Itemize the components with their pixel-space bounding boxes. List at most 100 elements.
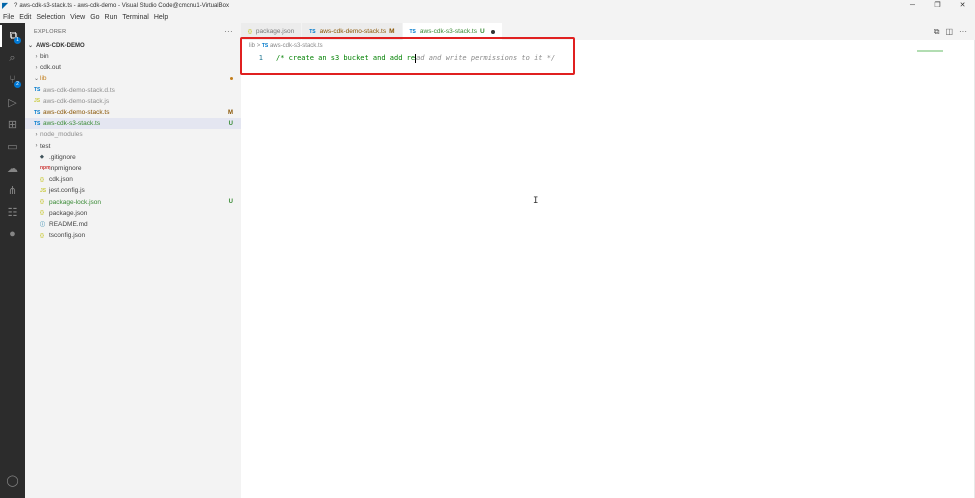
account-icon[interactable]: ◯ — [0, 469, 25, 491]
menu-help[interactable]: Help — [154, 14, 168, 21]
file-tree-item[interactable]: JS aws-cdk-demo-stack.js — [25, 96, 241, 107]
minimap[interactable] — [917, 50, 943, 52]
file-tree-item[interactable]: ⓘ README.md — [25, 219, 241, 230]
workspace-root[interactable]: ⌄ AWS-CDK-DEMO — [25, 40, 241, 51]
file-type-icon: {} — [40, 199, 44, 206]
file-tree-item[interactable]: TS aws-cdk-demo-stack.ts M — [25, 107, 241, 118]
menu-file[interactable]: File — [3, 14, 14, 21]
file-tree-label: bin — [40, 53, 49, 61]
file-type-icon: JS — [34, 98, 41, 105]
file-tree-item[interactable]: ◆ .gitignore — [25, 152, 241, 163]
file-tree-item[interactable]: {} package.json — [25, 208, 241, 219]
file-type-icon: {} — [248, 28, 252, 35]
file-tree-item[interactable]: JS jest.config.js — [25, 185, 241, 196]
remote-explorer-icon[interactable]: ▭ — [0, 135, 25, 157]
file-type-icon: {} — [40, 232, 44, 239]
menu-bar: File Edit Selection View Go Run Terminal… — [0, 11, 975, 23]
file-tree-item[interactable]: › cdk.out — [25, 62, 241, 73]
file-tree-label: aws-cdk-demo-stack.js — [43, 97, 110, 105]
database-icon[interactable]: ☷ — [0, 201, 25, 223]
notification-badge: 2 — [14, 81, 21, 88]
git-status-badge: U — [228, 120, 233, 127]
tab-label: aws-cdk-s3-stack.ts — [419, 28, 477, 35]
chevron-right-icon: › — [35, 64, 38, 71]
extensions-icon-glyph: ⊞ — [7, 118, 18, 131]
menu-terminal[interactable]: Terminal — [122, 14, 148, 21]
more-actions-icon[interactable]: ··· — [224, 27, 233, 36]
file-tree-item[interactable]: {} package-lock.json U — [25, 196, 241, 207]
file-tree-item[interactable]: › test — [25, 141, 241, 152]
search-icon[interactable]: ⌕ — [0, 47, 25, 69]
file-tree-label: aws-cdk-demo-stack.d.ts — [43, 86, 115, 94]
chevron-right-icon: › — [35, 143, 38, 150]
docker-icon-glyph: ☁ — [7, 162, 18, 175]
menu-run[interactable]: Run — [105, 14, 118, 21]
file-tree-label: .npmignore — [49, 164, 82, 172]
annotation-highlight-box — [240, 37, 575, 75]
workspace-root-label: AWS-CDK-DEMO — [36, 42, 85, 49]
window-controls: ─ ❐ ✕ — [900, 0, 975, 11]
file-type-icon: TS — [34, 87, 41, 94]
notification-badge: 1 — [14, 37, 21, 44]
file-tree-item[interactable]: › node_modules — [25, 129, 241, 140]
open-changes-icon[interactable]: ⧉ — [934, 27, 940, 37]
more-actions-icon[interactable]: ··· — [959, 27, 967, 36]
file-tree-item[interactable]: {} cdk.json — [25, 174, 241, 185]
menu-edit[interactable]: Edit — [19, 14, 31, 21]
unsaved-dot-icon[interactable] — [490, 29, 495, 34]
file-type-icon: TS — [309, 28, 316, 35]
editor-area[interactable]: lib > TS aws-cdk-s3-stack.ts 1 /* create… — [241, 40, 975, 498]
file-tree-label: tsconfig.json — [49, 232, 86, 240]
file-tree: › bin › cdk.out ⌄ lib TS aws-cdk-demo-stack.d.t… — [25, 51, 241, 241]
run-debug-icon-glyph: ▷ — [8, 96, 17, 109]
title-bar: ◤ ? aws-cdk-s3-stack.ts - aws-cdk-demo -… — [0, 0, 975, 11]
git-status-badge: U — [228, 199, 233, 206]
mongodb-leaf-icon[interactable]: ● — [0, 223, 25, 245]
file-type-icon: TS — [34, 120, 41, 127]
run-debug-icon[interactable]: ▷ — [0, 91, 25, 113]
explorer-title: EXPLORER — [34, 28, 67, 35]
explorer-icon[interactable]: ⧉ 1 — [0, 25, 25, 47]
file-tree-item[interactable]: npm .npmignore — [25, 163, 241, 174]
file-type-icon: npm — [40, 165, 51, 172]
file-tree-item[interactable]: ⌄ lib — [25, 73, 241, 84]
source-control-icon[interactable]: ⑂ 2 — [0, 69, 25, 91]
file-type-icon: JS — [40, 187, 47, 194]
account-icon-glyph: ◯ — [6, 474, 19, 487]
chevron-down-icon: ⌄ — [33, 76, 40, 83]
file-tree-label: jest.config.js — [49, 187, 85, 195]
explorer-sidebar: EXPLORER ··· ⌄ AWS-CDK-DEMO › bin › cdk.out… — [25, 23, 241, 498]
tab-label: package.json — [255, 28, 295, 35]
file-tree-item[interactable]: TS aws-cdk-s3-stack.ts U — [25, 118, 241, 130]
ibeam-cursor-icon: I — [533, 196, 539, 206]
file-tree-label: aws-cdk-demo-stack.ts — [43, 109, 110, 117]
git-status-badge: M — [389, 28, 395, 35]
activity-bar: ⧉ 1 ⌕ ⑂ 2 ▷ ⊞ ▭ ☁ ⋔ ☷ ● ◯ — [0, 23, 25, 498]
maximize-button[interactable]: ❐ — [925, 0, 950, 11]
explorer-header: EXPLORER ··· — [25, 23, 241, 40]
file-tree-label: package-lock.json — [49, 198, 102, 206]
git-status-badge: U — [479, 28, 485, 35]
file-tree-label: test — [40, 142, 51, 150]
search-icon-glyph: ⌕ — [9, 51, 16, 64]
file-tree-label: .gitignore — [49, 153, 76, 161]
docker-icon[interactable]: ☁ — [0, 157, 25, 179]
minimize-button[interactable]: ─ — [900, 0, 925, 11]
menu-view[interactable]: View — [70, 14, 85, 21]
file-tree-label: cdk.json — [49, 176, 73, 184]
tab-label: aws-cdk-demo-stack.ts — [319, 28, 387, 35]
file-type-icon: TS — [409, 28, 416, 35]
file-tree-label: package.json — [49, 209, 88, 217]
file-tree-item[interactable]: › bin — [25, 51, 241, 62]
file-tree-item[interactable]: TS aws-cdk-demo-stack.d.ts — [25, 85, 241, 96]
file-tree-label: aws-cdk-s3-stack.ts — [43, 120, 101, 128]
close-button[interactable]: ✕ — [950, 0, 975, 11]
mongodb-leaf-icon-glyph: ● — [9, 228, 16, 240]
split-editor-icon[interactable]: ◫ — [945, 27, 953, 36]
window-title: aws-cdk-s3-stack.ts - aws-cdk-demo - Vis… — [19, 2, 229, 9]
aws-icon[interactable]: ⋔ — [0, 179, 25, 201]
menu-selection[interactable]: Selection — [36, 14, 65, 21]
extensions-icon[interactable]: ⊞ — [0, 113, 25, 135]
file-tree-item[interactable]: {} tsconfig.json — [25, 230, 241, 241]
menu-go[interactable]: Go — [90, 14, 99, 21]
